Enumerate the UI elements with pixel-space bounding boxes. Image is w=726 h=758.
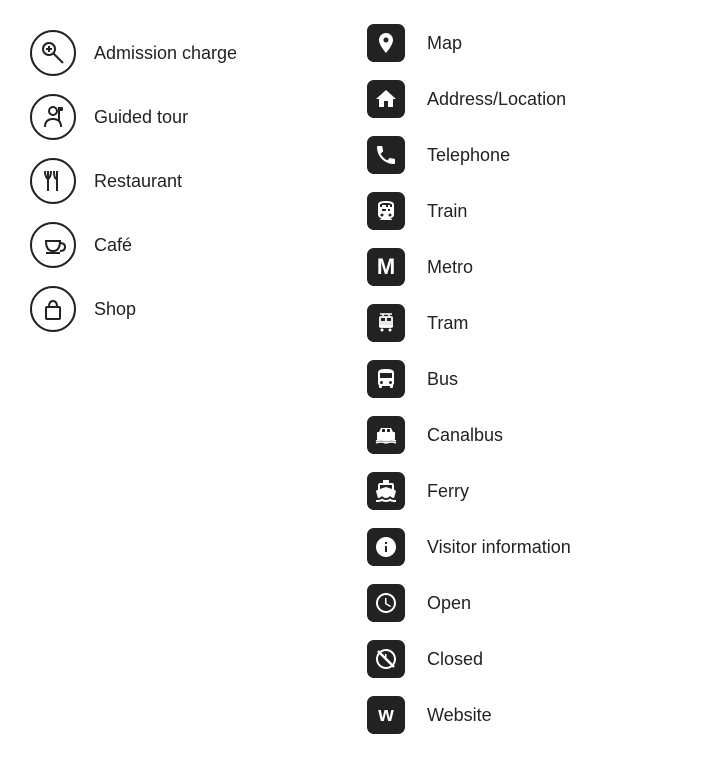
- legend-item-telephone: Telephone: [363, 132, 696, 178]
- admission-charge-label: Admission charge: [94, 43, 237, 64]
- admission-charge-icon: [30, 30, 76, 76]
- right-column: Map Address/Location T: [363, 20, 696, 738]
- open-icon: [363, 580, 409, 626]
- telephone-label: Telephone: [427, 145, 510, 166]
- legend-item-metro: M Metro: [363, 244, 696, 290]
- open-label: Open: [427, 593, 471, 614]
- map-icon: [363, 20, 409, 66]
- visitor-info-label: Visitor information: [427, 537, 571, 558]
- train-icon: [363, 188, 409, 234]
- train-label: Train: [427, 201, 467, 222]
- legend-item-guided-tour: Guided tour: [30, 94, 363, 140]
- tram-icon: [363, 300, 409, 346]
- guided-tour-label: Guided tour: [94, 107, 188, 128]
- bus-icon: [363, 356, 409, 402]
- legend-item-cafe: Café: [30, 222, 363, 268]
- legend-item-restaurant: Restaurant: [30, 158, 363, 204]
- shop-label: Shop: [94, 299, 136, 320]
- left-column: Admission charge Guided tour: [30, 20, 363, 738]
- website-label: Website: [427, 705, 492, 726]
- cafe-label: Café: [94, 235, 132, 256]
- ferry-label: Ferry: [427, 481, 469, 502]
- map-label: Map: [427, 33, 462, 54]
- legend-item-closed: Closed: [363, 636, 696, 682]
- closed-icon: [363, 636, 409, 682]
- legend-grid: Admission charge Guided tour: [30, 20, 696, 738]
- telephone-icon: [363, 132, 409, 178]
- legend-item-canalbus: Canalbus: [363, 412, 696, 458]
- legend-item-address: Address/Location: [363, 76, 696, 122]
- shop-icon: [30, 286, 76, 332]
- legend-item-map: Map: [363, 20, 696, 66]
- guided-tour-icon: [30, 94, 76, 140]
- legend-item-tram: Tram: [363, 300, 696, 346]
- cafe-icon: [30, 222, 76, 268]
- legend-item-admission-charge: Admission charge: [30, 30, 363, 76]
- tram-label: Tram: [427, 313, 468, 334]
- address-icon: [363, 76, 409, 122]
- canalbus-icon: [363, 412, 409, 458]
- metro-label: Metro: [427, 257, 473, 278]
- closed-label: Closed: [427, 649, 483, 670]
- restaurant-label: Restaurant: [94, 171, 182, 192]
- address-label: Address/Location: [427, 89, 566, 110]
- ferry-icon: [363, 468, 409, 514]
- metro-icon: M: [363, 244, 409, 290]
- legend-item-train: Train: [363, 188, 696, 234]
- legend-item-shop: Shop: [30, 286, 363, 332]
- website-icon: w: [363, 692, 409, 738]
- legend-item-bus: Bus: [363, 356, 696, 402]
- legend-item-website: w Website: [363, 692, 696, 738]
- visitor-info-icon: [363, 524, 409, 570]
- legend-item-ferry: Ferry: [363, 468, 696, 514]
- canalbus-label: Canalbus: [427, 425, 503, 446]
- legend-item-open: Open: [363, 580, 696, 626]
- restaurant-icon: [30, 158, 76, 204]
- bus-label: Bus: [427, 369, 458, 390]
- legend-item-visitor-info: Visitor information: [363, 524, 696, 570]
